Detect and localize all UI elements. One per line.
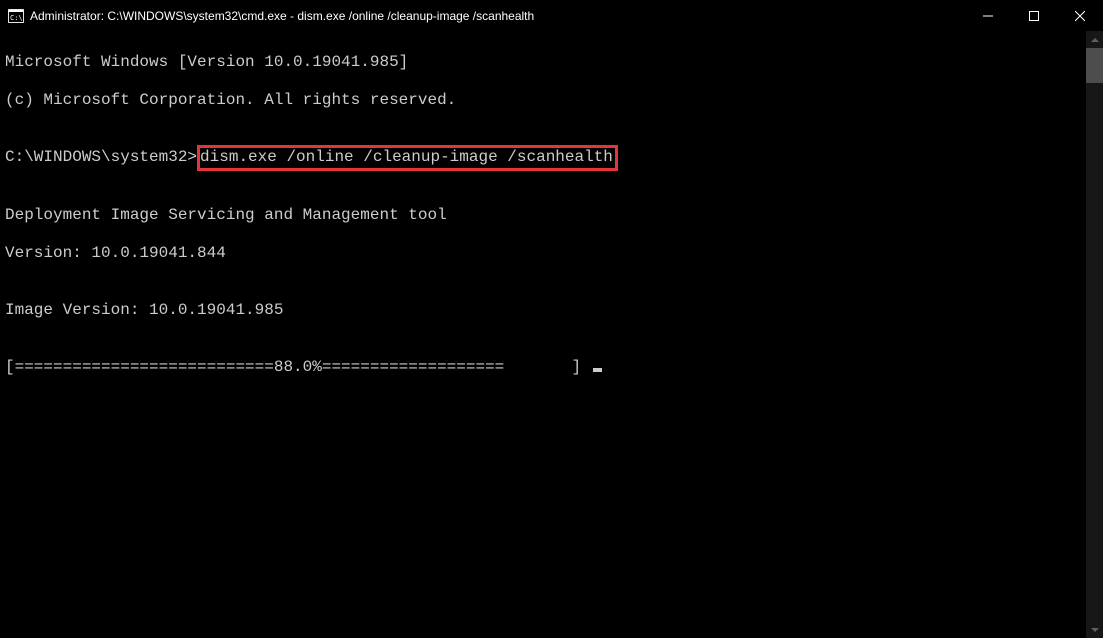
- window-controls: [965, 0, 1103, 31]
- image-version-line: Image Version: 10.0.19041.985: [5, 301, 1081, 320]
- os-version-line: Microsoft Windows [Version 10.0.19041.98…: [5, 53, 1081, 72]
- prompt-command: dism.exe /online /cleanup-image /scanhea…: [200, 148, 613, 166]
- prompt-path: C:\WINDOWS\system32>: [5, 148, 197, 166]
- titlebar[interactable]: C:\ Administrator: C:\WINDOWS\system32\c…: [0, 0, 1103, 31]
- maximize-button[interactable]: [1011, 0, 1057, 31]
- tool-name-line: Deployment Image Servicing and Managemen…: [5, 206, 1081, 225]
- scroll-up-arrow-icon[interactable]: [1086, 31, 1103, 48]
- prompt-line: C:\WINDOWS\system32>dism.exe /online /cl…: [5, 148, 1081, 168]
- window-title: Administrator: C:\WINDOWS\system32\cmd.e…: [30, 9, 534, 23]
- cmd-icon: C:\: [8, 9, 24, 23]
- progress-bar-text: [===========================88.0%=======…: [5, 358, 591, 376]
- svg-text:C:\: C:\: [10, 14, 23, 22]
- tool-version-line: Version: 10.0.19041.844: [5, 244, 1081, 263]
- close-button[interactable]: [1057, 0, 1103, 31]
- scroll-down-arrow-icon[interactable]: [1086, 621, 1103, 638]
- terminal-output[interactable]: Microsoft Windows [Version 10.0.19041.98…: [0, 31, 1086, 638]
- cursor: [593, 368, 602, 372]
- scroll-thumb[interactable]: [1086, 48, 1103, 83]
- minimize-button[interactable]: [965, 0, 1011, 31]
- progress-line: [===========================88.0%=======…: [5, 358, 1081, 377]
- scrollbar[interactable]: [1086, 31, 1103, 638]
- copyright-line: (c) Microsoft Corporation. All rights re…: [5, 91, 1081, 110]
- command-highlight: dism.exe /online /cleanup-image /scanhea…: [197, 145, 618, 171]
